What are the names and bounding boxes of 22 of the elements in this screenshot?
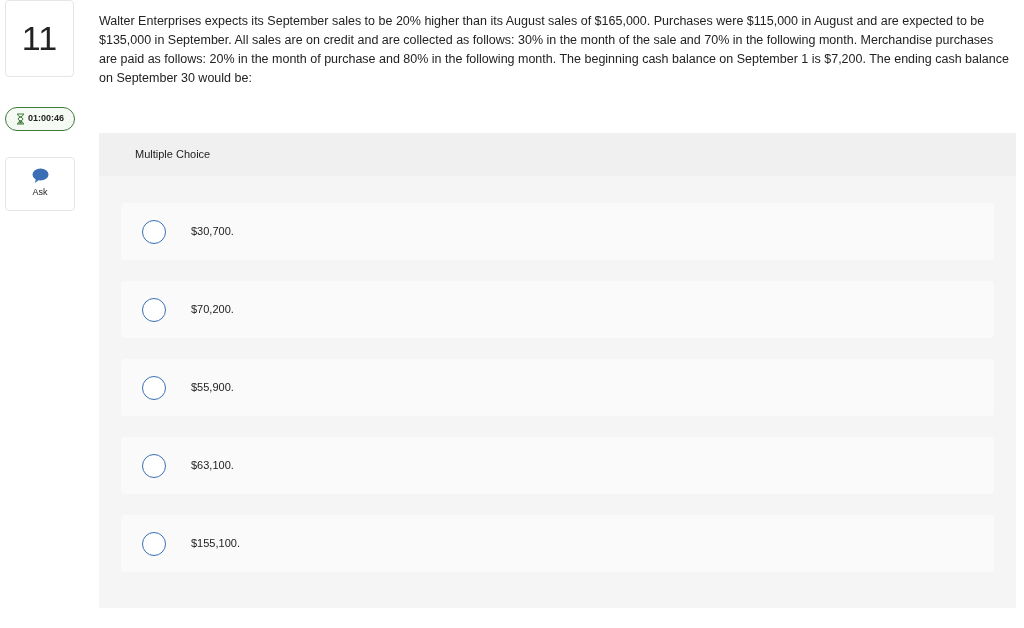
radio-button[interactable]: [142, 453, 166, 478]
question-number-card: 11: [5, 0, 74, 77]
radio-button[interactable]: [142, 531, 166, 556]
timer-badge: 01:00:46: [5, 107, 75, 131]
hourglass-icon: [16, 113, 25, 125]
option-label: $63,100.: [191, 458, 234, 474]
question-text: Walter Enterprises expects its September sales to be 20% higher than its August sales of $165,000. Purchases were $115,000 in August and are expected to be $135,000 in September. All sales are on credit and are collected as follows: 30% in the month of the sale and 70% in the following month. Merchandise purchases are paid as follows: 20% in the month of purchase and 80% in the following month. The beginning cash balance on September 1 is $7,200. The ending cash balance on September 30 would be:: [99, 13, 1010, 87]
option-label: $70,200.: [191, 302, 234, 318]
answer-option[interactable]: $63,100.: [121, 437, 994, 494]
answer-option[interactable]: $155,100.: [121, 515, 994, 572]
radio-button[interactable]: [142, 297, 166, 322]
panel-heading: Multiple Choice: [135, 147, 211, 163]
answer-option[interactable]: $55,900.: [121, 359, 994, 416]
radio-button[interactable]: [142, 375, 166, 400]
answer-option[interactable]: $30,700.: [121, 203, 994, 260]
speech-bubble-icon: [31, 168, 49, 185]
ask-button[interactable]: Ask: [5, 157, 75, 211]
radio-button[interactable]: [142, 219, 166, 244]
option-label: $55,900.: [191, 380, 234, 396]
answer-option[interactable]: $70,200.: [121, 281, 994, 338]
option-label: $30,700.: [191, 224, 234, 240]
option-label: $155,100.: [191, 536, 240, 552]
